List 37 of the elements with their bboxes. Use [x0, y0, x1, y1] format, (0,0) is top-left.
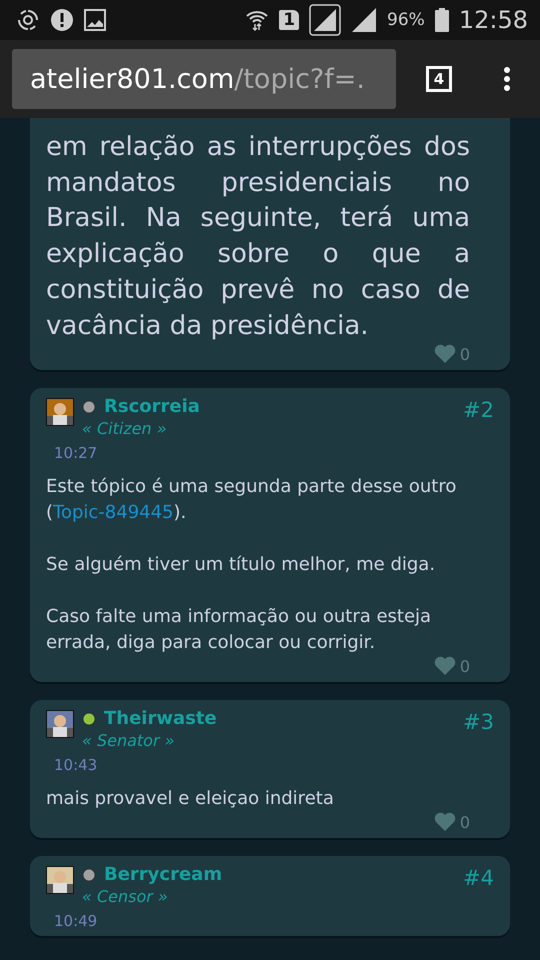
- post-text: Se alguém tiver um título melhor, me diga.: [46, 553, 436, 578]
- post-text: Caso falte uma informação ou outra esteja errada, diga para colocar ou corrigir.: [46, 605, 432, 656]
- post-number[interactable]: #3: [463, 710, 494, 734]
- more-icon[interactable]: [502, 66, 512, 92]
- author-name[interactable]: Berrycream: [104, 864, 222, 886]
- like-count: 0: [460, 812, 470, 832]
- heart-icon[interactable]: [434, 812, 456, 832]
- tab-count-button[interactable]: 4: [426, 66, 452, 92]
- battery-percent: 96%: [387, 10, 425, 30]
- author-name[interactable]: Theirwaste: [104, 708, 217, 730]
- user-rank: « Censor »: [82, 887, 169, 906]
- post-time: 10:27: [54, 444, 98, 462]
- like-count: 0: [460, 344, 470, 364]
- author-name[interactable]: Rscorreia: [104, 396, 200, 418]
- post-text: Este tópico é uma segunda parte desse outro (Topic-849445).: [46, 475, 458, 526]
- post-text: mais provavel e eleiçao indireta: [46, 787, 335, 812]
- post-number[interactable]: #4: [463, 866, 494, 890]
- post-time: 10:43: [54, 756, 98, 774]
- swirl-icon: [16, 8, 40, 32]
- post-number[interactable]: #2: [463, 398, 494, 422]
- battery-icon: [434, 8, 449, 32]
- topic-link[interactable]: Topic-849445: [53, 502, 174, 524]
- heart-icon[interactable]: [434, 656, 456, 676]
- heart-icon[interactable]: [434, 344, 456, 364]
- signal-icon: [351, 7, 378, 33]
- post-body: em relação as interrupções dos mandatos presidenciais no Brasil. Na seguinte, terá uma explicação sobre o que a constituição prevê no caso de vacância da presidência.: [46, 131, 470, 343]
- like-count: 0: [460, 656, 470, 676]
- signal-icon: [309, 4, 342, 36]
- user-rank: « Senator »: [82, 731, 176, 750]
- alert-icon: [50, 8, 74, 32]
- clock: 12:58: [458, 6, 528, 34]
- image-icon: [84, 9, 106, 31]
- sim-icon: 1: [279, 10, 300, 30]
- wifi-icon: [245, 8, 270, 32]
- user-rank: « Citizen »: [82, 419, 168, 438]
- url-field[interactable]: atelier801.com/topic?f=.: [12, 49, 396, 109]
- post-time: 10:49: [54, 912, 98, 930]
